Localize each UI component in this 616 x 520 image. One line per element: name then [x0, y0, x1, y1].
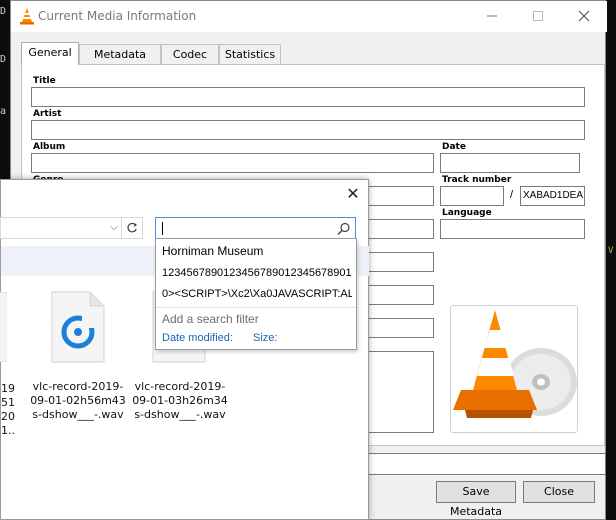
location-field[interactable] [366, 453, 606, 475]
artist-field[interactable] [31, 120, 585, 140]
file-item-name[interactable]: vlc-record-2019- 09-01-03h26m34 s-dshow_… [132, 380, 228, 422]
maximize-button[interactable] [515, 1, 561, 32]
search-input[interactable] [155, 217, 356, 239]
vlc-cone-art-icon [453, 310, 577, 418]
artist-label: Artist [33, 109, 62, 119]
filter-size[interactable]: Size: [253, 332, 277, 344]
file-explorer-window: ✕ ⌵ Horniman Museum 12345678901234567890… [0, 179, 369, 520]
tab-statistics[interactable]: Statistics [219, 44, 281, 65]
close-icon [578, 10, 590, 22]
terminal-mark: V [608, 246, 614, 256]
file-name-line: 09-01-03h26m34 [132, 394, 228, 407]
title-field[interactable] [31, 87, 585, 107]
track-number-field[interactable] [440, 186, 504, 206]
track-separator: / [510, 189, 514, 201]
terminal-text: D [0, 6, 7, 17]
tab-metadata[interactable]: Metadata [79, 44, 161, 65]
vlc-cone-icon [20, 8, 34, 25]
title-bar[interactable]: Current Media Information [11, 1, 607, 32]
track-total-field[interactable]: XABAD1DEA [520, 186, 585, 206]
save-metadata-button[interactable]: Save Metadata [436, 481, 516, 518]
partial-file-name: 51 [1, 396, 15, 409]
maximize-icon [533, 11, 543, 21]
date-label: Date [442, 142, 466, 152]
refresh-icon [127, 222, 137, 233]
refresh-button[interactable] [121, 217, 143, 239]
close-window-button[interactable] [561, 1, 607, 32]
date-field[interactable] [440, 153, 580, 173]
language-field[interactable] [440, 219, 585, 239]
partial-file-name: 201 [1, 410, 15, 423]
minimize-icon [487, 15, 497, 17]
file-name-line: vlc-record-2019- [134, 380, 226, 393]
album-art [450, 305, 578, 433]
file-name-line: 09-01-02h56m43 [30, 394, 126, 407]
file-name-line: s-dshow___-.wav [134, 408, 226, 421]
search-suggestions-dropdown: Horniman Museum 123456789012345678901234… [155, 238, 357, 350]
title-label: Title [33, 76, 56, 86]
explorer-close-button[interactable]: ✕ [337, 180, 369, 210]
track-number-label: Track number [442, 175, 512, 185]
suggestion-item[interactable]: Horniman Museum [162, 244, 352, 258]
album-field[interactable] [31, 153, 434, 173]
terminal-text: a [0, 106, 7, 117]
language-label: Language [442, 208, 492, 218]
tab-general[interactable]: General [21, 42, 79, 65]
window-title: Current Media Information [38, 9, 197, 23]
partial-file-name: 1... [1, 424, 15, 437]
minimize-button[interactable] [469, 1, 515, 32]
background-terminal-right [606, 0, 616, 520]
album-label: Album [33, 142, 66, 152]
file-name-line: vlc-record-2019- [32, 380, 124, 393]
add-search-filter[interactable]: Add a search filter [162, 312, 352, 326]
partial-file-icon [0, 292, 7, 362]
file-item-name[interactable]: vlc-record-2019- 09-01-02h56m43 s-dshow_… [30, 380, 126, 422]
suggestion-item[interactable]: 1234567890123456789012345678901234567890 [162, 267, 352, 279]
chevron-down-icon[interactable]: ⌵ [107, 220, 121, 236]
text-caret [162, 222, 163, 235]
terminal-text: D [0, 54, 7, 65]
search-icon[interactable] [336, 221, 352, 237]
filter-date-modified[interactable]: Date modified: [162, 332, 233, 344]
suggestion-item[interactable]: 0><SCRIPT>\Xc2\Xa0JAVASCRIPT:ALERT(1) [162, 288, 352, 300]
wav-file-icon[interactable] [50, 290, 106, 364]
file-name-line: s-dshow___-.wav [32, 408, 124, 421]
dropdown-divider [156, 307, 356, 308]
partial-file-name: 19- [1, 382, 15, 395]
tab-codec[interactable]: Codec [161, 44, 219, 65]
close-button[interactable]: Close [523, 481, 595, 503]
